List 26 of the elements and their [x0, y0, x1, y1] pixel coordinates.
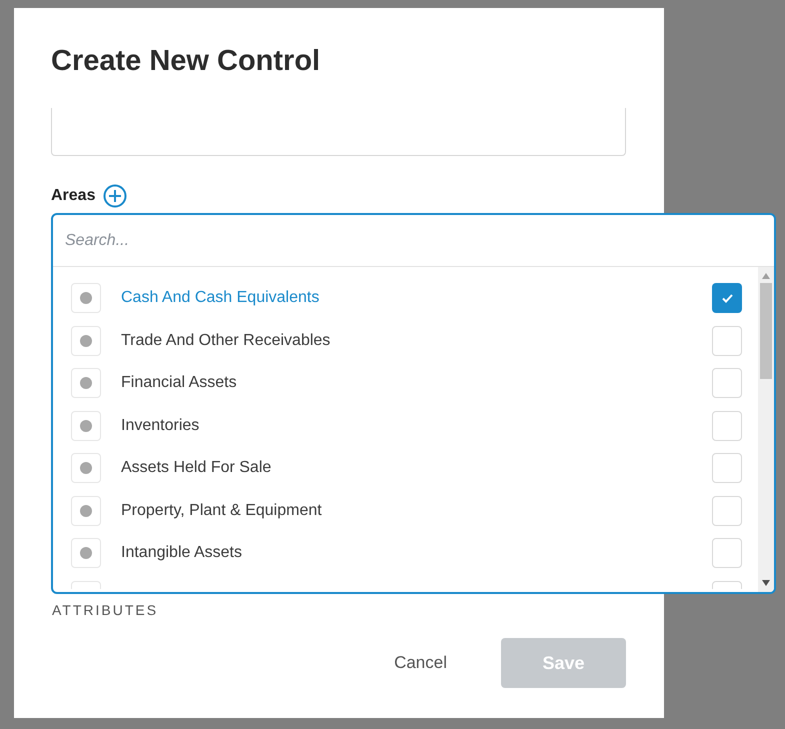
cancel-button[interactable]: Cancel	[394, 650, 447, 676]
list-item[interactable]: Trade And Other Receivables	[121, 328, 712, 353]
field-label: Areas	[51, 186, 96, 206]
checkbox[interactable]	[712, 283, 742, 314]
scroll-thumb[interactable]	[760, 283, 772, 379]
checkbox[interactable]	[712, 496, 742, 526]
checkbox[interactable]	[712, 368, 742, 398]
checkbox[interactable]	[712, 326, 742, 356]
list-item[interactable]: Intangible Assets	[121, 541, 712, 566]
list-item[interactable]: Cash And Cash Equivalents	[121, 286, 712, 310]
list-item[interactable]: Financial Assets	[121, 371, 712, 396]
section-heading: ATTRIBUTES	[52, 601, 158, 620]
list-item[interactable]: Assets Held For Sale	[121, 456, 712, 480]
list-item[interactable]: Inventories	[121, 414, 712, 438]
search-field[interactable]: Search...	[53, 215, 774, 267]
checkbox[interactable]	[712, 538, 742, 568]
checkbox[interactable]	[712, 410, 742, 441]
text-area[interactable]	[51, 108, 626, 156]
scroll-up-icon[interactable]	[762, 273, 770, 279]
list-item[interactable]: Property, Plant & Equipment	[121, 498, 712, 523]
add-icon[interactable]	[103, 184, 128, 208]
check-icon	[722, 294, 732, 303]
dialog-title: Create New Control	[51, 44, 320, 79]
scroll-down-icon[interactable]	[762, 580, 770, 586]
scrollbar[interactable]	[758, 267, 774, 592]
checkbox[interactable]	[712, 453, 742, 484]
